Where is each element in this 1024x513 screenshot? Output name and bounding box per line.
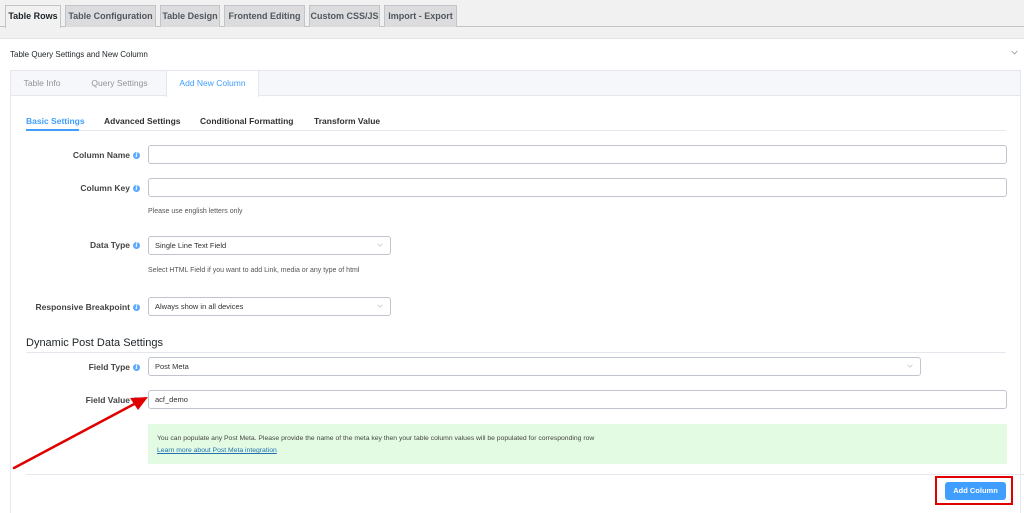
subtab-advanced-settings[interactable]: Advanced Settings	[104, 116, 181, 126]
section-divider	[26, 352, 1006, 353]
subtab-conditional-formatting[interactable]: Conditional Formatting	[200, 116, 294, 126]
field-value-input[interactable]: acf_demo	[148, 390, 1007, 409]
post-meta-learn-more-link[interactable]: Learn more about Post Meta integration	[157, 447, 277, 454]
tab-table-configuration[interactable]: Table Configuration	[65, 5, 156, 27]
settings-sub-tabs: Basic Settings Advanced Settings Conditi…	[26, 111, 1006, 131]
info-icon[interactable]: i	[133, 304, 140, 312]
column-name-input[interactable]	[148, 145, 1007, 164]
data-type-help: Select HTML Field if you want to add Lin…	[148, 267, 360, 274]
subtab-transform-value[interactable]: Transform Value	[314, 116, 380, 126]
tab-import-export[interactable]: Import - Export	[384, 5, 457, 27]
panel-title[interactable]: Table Query Settings and New Column	[10, 50, 148, 59]
chevron-down-icon[interactable]	[1011, 49, 1018, 56]
data-type-select[interactable]: Single Line Text Field	[148, 236, 391, 255]
field-value-label: Field Value i	[0, 395, 140, 405]
info-icon[interactable]: i	[133, 185, 140, 193]
info-icon[interactable]: i	[133, 397, 140, 405]
info-icon[interactable]: i	[133, 242, 140, 250]
column-name-label: Column Name i	[0, 150, 140, 160]
chevron-down-icon	[377, 304, 383, 308]
tab-table-design[interactable]: Table Design	[160, 5, 220, 27]
tab-add-new-column[interactable]: Add New Column	[166, 71, 259, 97]
subtab-basic-settings[interactable]: Basic Settings	[26, 116, 85, 126]
chevron-down-icon	[907, 364, 913, 368]
column-key-help: Please use english letters only	[148, 208, 243, 215]
column-key-input[interactable]	[148, 178, 1007, 197]
tab-custom-css-js[interactable]: Custom CSS/JS	[309, 5, 380, 27]
chevron-down-icon	[377, 243, 383, 247]
field-type-label: Field Type i	[0, 362, 140, 372]
inner-tab-bar: Table Info Query Settings Add New Column	[11, 71, 1020, 97]
post-meta-notice: You can populate any Post Meta. Please p…	[148, 424, 1007, 464]
responsive-breakpoint-select[interactable]: Always show in all devices	[148, 297, 391, 316]
data-type-label: Data Type i	[0, 240, 140, 250]
info-icon[interactable]: i	[133, 364, 140, 372]
info-icon[interactable]: i	[133, 152, 140, 160]
notice-text: You can populate any Post Meta. Please p…	[157, 435, 595, 442]
top-tab-bar: Table Rows Table Configuration Table Des…	[0, 0, 1024, 28]
tab-table-info[interactable]: Table Info	[11, 71, 73, 96]
tab-frontend-editing[interactable]: Frontend Editing	[224, 5, 305, 27]
field-type-select[interactable]: Post Meta	[148, 357, 921, 376]
tab-table-rows[interactable]: Table Rows	[5, 5, 61, 28]
active-tab-indicator	[26, 129, 79, 131]
add-column-button[interactable]: Add Column	[945, 482, 1006, 500]
footer-divider	[26, 474, 1024, 475]
responsive-breakpoint-label: Responsive Breakpoint i	[0, 302, 140, 312]
dynamic-post-data-heading: Dynamic Post Data Settings	[26, 337, 163, 349]
column-key-label: Column Key i	[0, 183, 140, 193]
tab-query-settings[interactable]: Query Settings	[73, 71, 166, 96]
